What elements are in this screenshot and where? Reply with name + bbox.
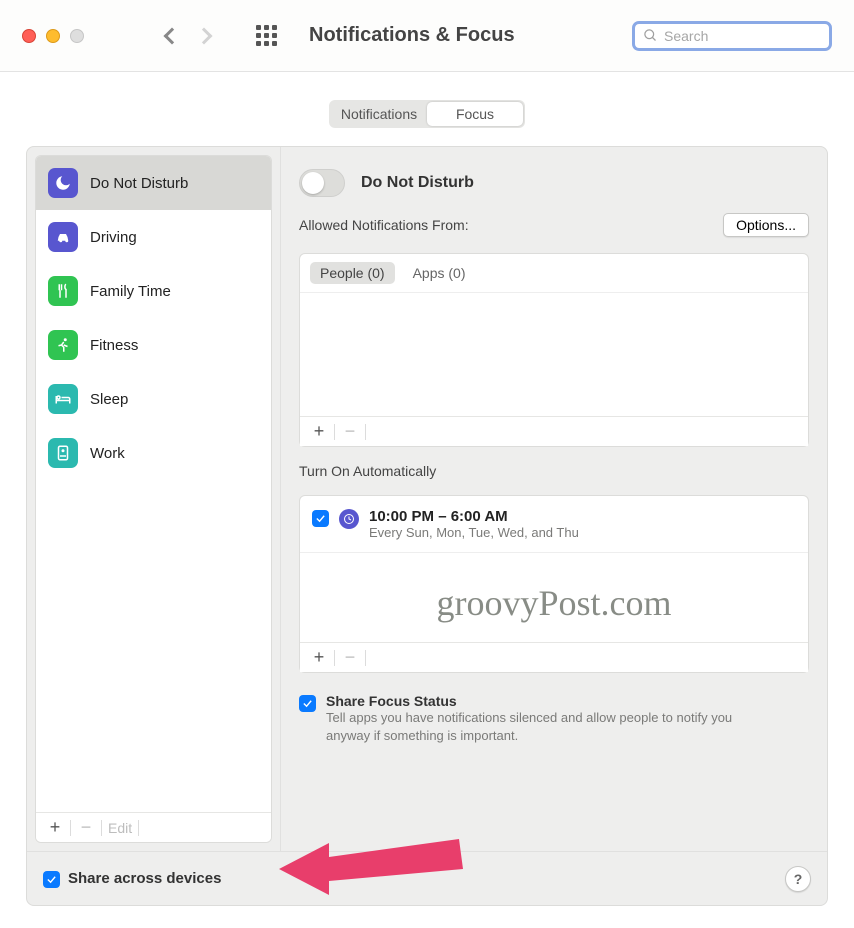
badge-icon [48, 438, 78, 468]
segmented-control: Notifications Focus [329, 100, 525, 128]
focus-item-driving[interactable]: Driving [36, 210, 271, 264]
allowed-label: Allowed Notifications From: [299, 217, 469, 233]
focus-list: Do Not Disturb Driving Family Time [35, 155, 272, 843]
automation-footer: + − [300, 642, 808, 672]
share-across-devices-checkbox[interactable] [43, 871, 60, 888]
moon-icon [48, 168, 78, 198]
share-across-devices-label: Share across devices [68, 870, 221, 887]
all-prefs-button[interactable] [256, 25, 277, 46]
search-icon [643, 28, 658, 43]
focus-item-label: Sleep [90, 391, 128, 408]
focus-toggle[interactable] [299, 169, 345, 197]
turn-on-auto-label: Turn On Automatically [299, 463, 809, 479]
utensils-icon [48, 276, 78, 306]
focus-item-label: Do Not Disturb [90, 175, 188, 192]
remove-automation-button[interactable]: − [337, 647, 363, 668]
focus-item-work[interactable]: Work [36, 426, 271, 480]
add-allowed-button[interactable]: + [306, 421, 332, 442]
schedule-row[interactable]: 10:00 PM – 6:00 AM Every Sun, Mon, Tue, … [300, 496, 808, 553]
focus-sidebar: Do Not Disturb Driving Family Time [27, 147, 281, 851]
share-status-title: Share Focus Status [326, 693, 746, 709]
window-title: Notifications & Focus [309, 24, 515, 47]
focus-item-dnd[interactable]: Do Not Disturb [36, 156, 271, 210]
focus-item-label: Work [90, 445, 125, 462]
focus-list-footer: + − Edit [36, 812, 271, 842]
allowed-tab-apps[interactable]: Apps (0) [403, 262, 476, 284]
share-across-devices-row: Share across devices [43, 869, 221, 888]
share-status-row: Share Focus Status Tell apps you have no… [299, 689, 809, 744]
focus-detail: Do Not Disturb Allowed Notifications Fro… [281, 147, 827, 851]
remove-allowed-button[interactable]: − [337, 421, 363, 442]
search-placeholder: Search [664, 28, 708, 44]
focus-toggle-row: Do Not Disturb [299, 169, 809, 197]
content-area: Notifications Focus Do Not Disturb [0, 72, 854, 920]
schedule-checkbox[interactable] [312, 510, 329, 527]
toolbar: Notifications & Focus Search [0, 0, 854, 72]
share-status-checkbox[interactable] [299, 695, 316, 712]
close-window-button[interactable] [22, 29, 36, 43]
forward-button [196, 27, 213, 44]
focus-detail-heading: Do Not Disturb [361, 174, 474, 192]
search-input[interactable]: Search [632, 21, 832, 51]
add-automation-button[interactable]: + [306, 647, 332, 668]
focus-item-label: Fitness [90, 337, 138, 354]
minimize-window-button[interactable] [46, 29, 60, 43]
back-button[interactable] [164, 27, 181, 44]
window-controls [22, 29, 84, 43]
clock-icon [339, 509, 359, 529]
schedule-time: 10:00 PM – 6:00 AM [369, 508, 579, 525]
tab-notifications[interactable]: Notifications [331, 102, 427, 126]
focus-item-family[interactable]: Family Time [36, 264, 271, 318]
focus-item-label: Family Time [90, 283, 171, 300]
nav-arrows [166, 30, 210, 42]
zoom-window-button[interactable] [70, 29, 84, 43]
focus-item-label: Driving [90, 229, 137, 246]
allowed-box: People (0) Apps (0) + − [299, 253, 809, 447]
tab-focus[interactable]: Focus [427, 102, 523, 126]
focus-item-sleep[interactable]: Sleep [36, 372, 271, 426]
bed-icon [48, 384, 78, 414]
help-button[interactable]: ? [785, 866, 811, 892]
allowed-tabs: People (0) Apps (0) [300, 254, 808, 293]
edit-focus-button[interactable]: Edit [104, 820, 136, 836]
automation-box: 10:00 PM – 6:00 AM Every Sun, Mon, Tue, … [299, 495, 809, 673]
remove-focus-button[interactable]: − [73, 817, 99, 838]
options-button[interactable]: Options... [723, 213, 809, 237]
add-focus-button[interactable]: + [42, 817, 68, 838]
share-status-desc: Tell apps you have notifications silence… [326, 709, 746, 744]
panel: Do Not Disturb Driving Family Time [26, 146, 828, 906]
car-icon [48, 222, 78, 252]
allowed-tab-people[interactable]: People (0) [310, 262, 395, 284]
allowed-footer: + − [300, 416, 808, 446]
panel-bottom: Share across devices ? [27, 851, 827, 905]
focus-item-fitness[interactable]: Fitness [36, 318, 271, 372]
allowed-body [300, 293, 808, 416]
runner-icon [48, 330, 78, 360]
schedule-days: Every Sun, Mon, Tue, Wed, and Thu [369, 525, 579, 540]
